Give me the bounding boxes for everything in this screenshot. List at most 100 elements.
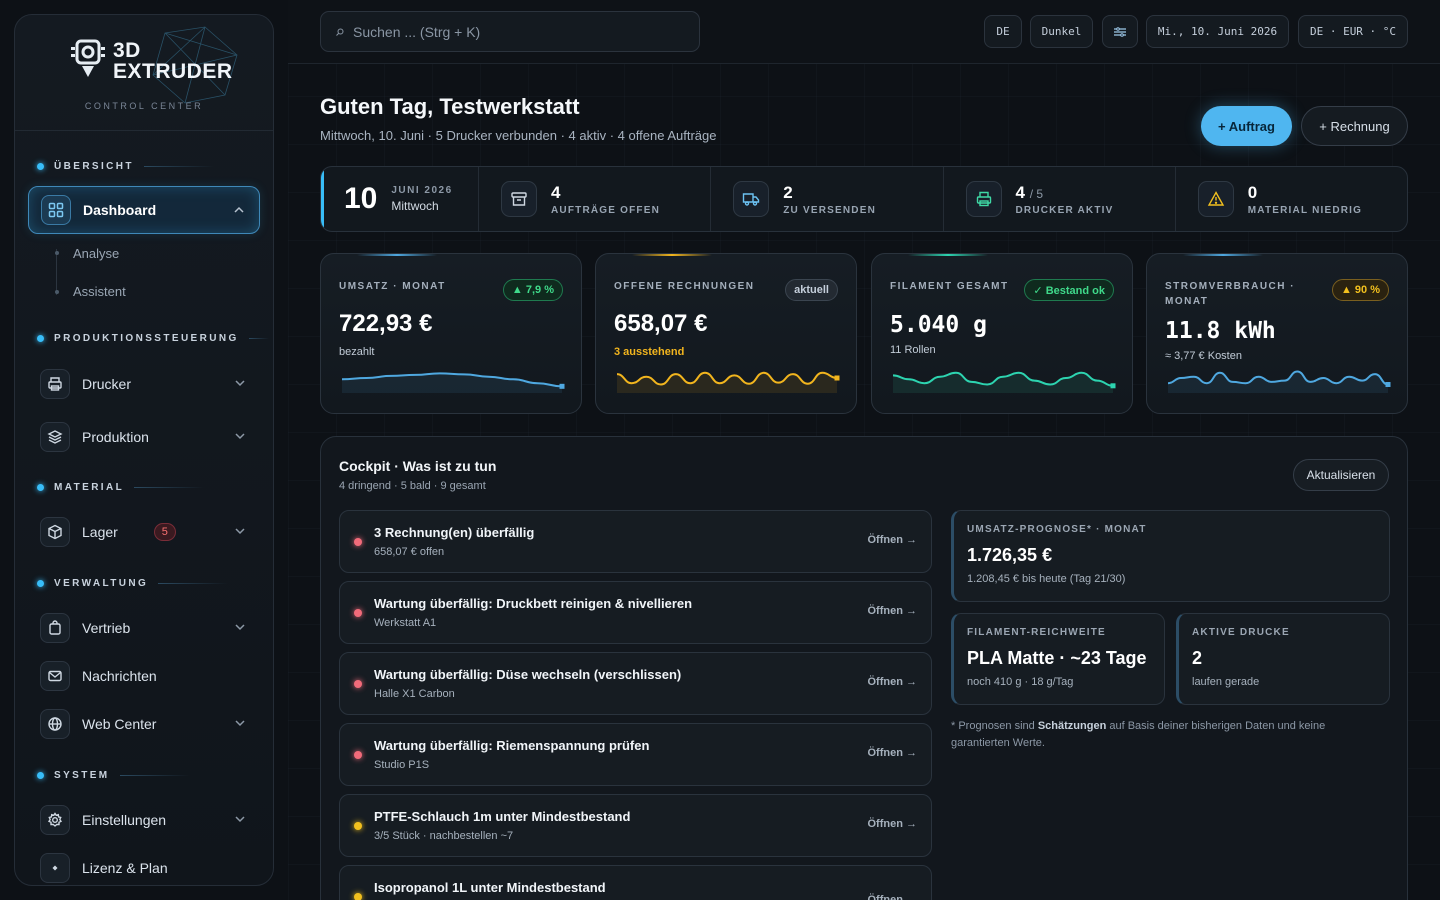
kpi-subtext: 3 ausstehend	[614, 346, 685, 358]
section-system: SYSTEM	[37, 770, 190, 781]
priority-dot	[354, 751, 362, 759]
box-icon	[40, 517, 70, 547]
sidebar-item-storage[interactable]: Lager 5	[28, 508, 260, 556]
chevron-down-icon	[235, 624, 245, 631]
open-link[interactable]: Öffnen →	[868, 534, 918, 546]
topbar: DE Dunkel Mi., 10. Juni 2026 DE · EUR · …	[288, 0, 1440, 64]
sidebar-item-label: Lager	[82, 524, 118, 540]
search-icon	[336, 28, 344, 36]
submenu-line	[56, 249, 57, 295]
sidebar-item-printers[interactable]: Drucker	[28, 360, 260, 408]
forecast-disclaimer: * Prognosen sind Schätzungen auf Basis d…	[951, 720, 1326, 749]
kpi-subtext: ≈ 3,77 € Kosten	[1165, 350, 1242, 362]
sidebar-item-messages[interactable]: Nachrichten	[28, 652, 260, 700]
layout-toggle-button[interactable]	[1102, 15, 1138, 48]
sidebar-item-label: Dashboard	[83, 202, 157, 218]
forecast-card: UMSATZ-PROGNOSE* · MONAT 1.726,35 € 1.20…	[951, 510, 1390, 602]
sidebar-item-label: Drucker	[82, 376, 132, 392]
stat-to-ship[interactable]: 2 ZU VERSENDEN	[711, 167, 944, 231]
task-item[interactable]: Wartung überfällig: Riemenspannung prüfe…	[339, 723, 932, 786]
kpi-card-revenue[interactable]: UMSATZ · MONAT ▲ 7,9 % 722,93 € bezahlt	[320, 253, 582, 414]
stat-material-low[interactable]: 0 MATERIAL NIEDRIG	[1176, 167, 1407, 231]
search-input[interactable]	[353, 23, 673, 40]
mail-icon	[40, 661, 70, 691]
task-item[interactable]: Wartung überfällig: Düse wechseln (versc…	[339, 652, 932, 715]
sidebar-item-webcenter[interactable]: Web Center	[28, 700, 260, 748]
chevron-down-icon	[235, 528, 245, 535]
trend-badge: ▲ 7,9 %	[502, 279, 563, 301]
chevron-down-icon	[235, 433, 245, 440]
section-admin: VERWALTUNG	[37, 578, 229, 589]
theme-switch[interactable]: Dunkel	[1030, 15, 1093, 48]
printer-icon	[965, 181, 1002, 217]
grid-icon	[41, 195, 71, 225]
sparkline-endpoint	[834, 375, 840, 381]
open-link[interactable]: Öffnen →	[868, 676, 918, 688]
section-production: PRODUKTIONSSTEUERUNG	[37, 333, 269, 344]
page-subtitle: Mittwoch, 10. Juni · 5 Drucker verbunden…	[320, 128, 717, 143]
warning-icon	[1197, 181, 1234, 217]
storage-count-badge: 5	[153, 523, 176, 541]
locale-switch[interactable]: DE · EUR · °C	[1298, 15, 1408, 48]
gear-icon	[40, 805, 70, 835]
open-link[interactable]: Öffnen →	[868, 894, 918, 900]
stats-strip: 10 JUNI 2026 Mittwoch 4 AUFTRÄGE OFFEN 2Z…	[320, 166, 1408, 232]
sparkline-filament	[892, 371, 1116, 393]
strip-month: JUNI 2026	[391, 185, 453, 196]
sidebar-item-label: Produktion	[82, 429, 149, 445]
sidebar-subitem-assistant[interactable]: Assistent	[73, 284, 126, 299]
kpi-card-open-invoices[interactable]: OFFENE RECHNUNGEN aktuell 658,07 € 3 aus…	[595, 253, 857, 414]
kpi-subtext: 11 Rollen	[890, 344, 936, 356]
chevron-down-icon	[235, 380, 245, 387]
open-link[interactable]: Öffnen →	[868, 818, 918, 830]
kpi-card-power[interactable]: STROMVERBRAUCH · MONAT ▲ 90 % 11.8 kWh ≈…	[1146, 253, 1408, 414]
sidebar-item-label: Web Center	[82, 716, 157, 732]
sidebar-subitem-analysis[interactable]: Analyse	[73, 246, 119, 261]
brand-logo[interactable]: 3D EXTRUDER	[71, 39, 233, 83]
task-item[interactable]: PTFE-Schlauch 1m unter Mindestbestand 3/…	[339, 794, 932, 857]
strip-day: 10	[344, 182, 378, 215]
brand-line-2: EXTRUDER	[113, 60, 233, 83]
printer-icon	[40, 369, 70, 399]
task-item[interactable]: Wartung überfällig: Druckbett reinigen &…	[339, 581, 932, 644]
refresh-button[interactable]: Aktualisieren	[1293, 459, 1389, 491]
kpi-card-filament[interactable]: FILAMENT GESAMT ✓ Bestand ok 5.040 g 11 …	[871, 253, 1133, 414]
sparkline-endpoint	[559, 383, 565, 389]
cockpit-title: Cockpit · Was ist zu tun	[339, 458, 497, 474]
strip-weekday: Mittwoch	[391, 199, 439, 213]
task-item[interactable]: Isopropanol 1L unter Mindestbestand Öffn…	[339, 865, 932, 900]
language-switch[interactable]: DE	[984, 15, 1022, 48]
sidebar-item-settings[interactable]: Einstellungen	[28, 796, 260, 844]
cockpit-panel: Cockpit · Was ist zu tun 4 dringend · 5 …	[320, 436, 1408, 900]
sidebar-item-dashboard[interactable]: Dashboard	[28, 186, 260, 234]
brand-subtitle: CONTROL CENTER	[84, 101, 204, 111]
brand: 3D EXTRUDER CONTROL CENTER	[15, 15, 273, 131]
sidebar-item-label: Vertrieb	[82, 620, 131, 636]
search-box[interactable]	[320, 11, 700, 52]
priority-dot	[354, 538, 362, 546]
chevron-down-icon	[235, 720, 245, 727]
date-display[interactable]: Mi., 10. Juni 2026	[1146, 15, 1289, 48]
chevron-down-icon	[235, 816, 245, 823]
sidebar-item-sales[interactable]: Vertrieb	[28, 604, 260, 652]
add-invoice-button[interactable]: + Rechnung	[1301, 106, 1408, 146]
open-link[interactable]: Öffnen →	[868, 605, 918, 617]
add-order-button[interactable]: + Auftrag	[1201, 106, 1292, 146]
priority-dot	[354, 822, 362, 830]
sidebar: 3D EXTRUDER CONTROL CENTER ÜBERSICHT Das…	[14, 14, 274, 886]
sidebar-item-license[interactable]: Lizenz & Plan	[28, 844, 260, 885]
sparkline-endpoint	[1385, 382, 1391, 387]
sparkline-invoices	[616, 371, 840, 393]
section-overview: ÜBERSICHT	[37, 161, 214, 172]
stat-orders-open[interactable]: 4 AUFTRÄGE OFFEN	[479, 167, 712, 231]
stat-printers-active[interactable]: 4 / 5 DRUCKER AKTIV	[944, 167, 1176, 231]
task-item[interactable]: 3 Rechnung(en) überfällig 658,07 € offen…	[339, 510, 932, 573]
sidebar-item-production[interactable]: Produktion	[28, 413, 260, 461]
open-link[interactable]: Öffnen →	[868, 747, 918, 759]
layers-icon	[40, 422, 70, 452]
archive-icon	[501, 181, 537, 217]
sparkline-endpoint	[1110, 383, 1116, 389]
kpi-value: 11.8 kWh	[1165, 318, 1276, 344]
list-settings-icon	[1114, 26, 1126, 37]
priority-dot	[354, 680, 362, 688]
